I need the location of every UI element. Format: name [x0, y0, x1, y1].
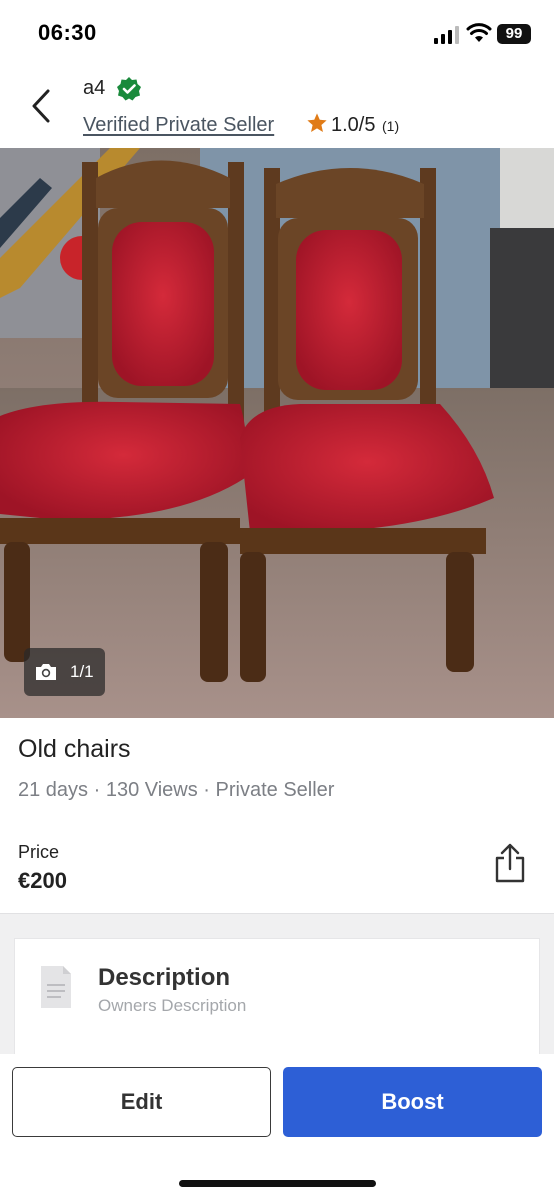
description-card[interactable]: Description Owners Description [14, 938, 540, 1068]
bottom-action-bar: Edit Boost [0, 1054, 554, 1200]
listing-title: Old chairs [18, 735, 131, 763]
description-subtitle: Owners Description [98, 996, 247, 1015]
status-bar: 06:30 99 [0, 0, 554, 64]
home-indicator[interactable] [179, 1180, 376, 1187]
camera-icon [36, 664, 56, 680]
price-label: Price [18, 842, 60, 862]
photo-counter[interactable]: 1/1 [24, 648, 105, 696]
listing-header: a4 Verified Private Seller 1.0/5 (1) [0, 64, 554, 148]
cellular-signal-icon [434, 26, 459, 44]
edit-button[interactable]: Edit [12, 1067, 271, 1137]
seller-name[interactable]: a4 [83, 77, 105, 100]
rating-count: (1) [382, 118, 400, 134]
seller-rating: 1.0/5 [331, 114, 376, 136]
seller-type-link[interactable]: Verified Private Seller [83, 114, 274, 137]
description-title: Description [98, 964, 231, 991]
document-icon [41, 966, 71, 1008]
wifi-icon [466, 23, 492, 42]
chairs-photo-image [0, 148, 554, 718]
listing-photo[interactable]: 1/1 [0, 148, 554, 718]
battery-indicator: 99 [497, 24, 531, 44]
photo-counter-text: 1/1 [70, 662, 94, 681]
price-value: €200 [18, 868, 67, 893]
back-icon[interactable] [28, 86, 56, 126]
listing-info-card: Old chairs 21 days · 130 Views · Private… [0, 718, 554, 914]
share-icon[interactable] [492, 842, 528, 884]
status-time: 06:30 [38, 20, 97, 45]
boost-button[interactable]: Boost [283, 1067, 542, 1137]
listing-meta: 21 days · 130 Views · Private Seller [18, 779, 335, 801]
verified-icon [117, 77, 141, 101]
star-icon [307, 113, 327, 132]
